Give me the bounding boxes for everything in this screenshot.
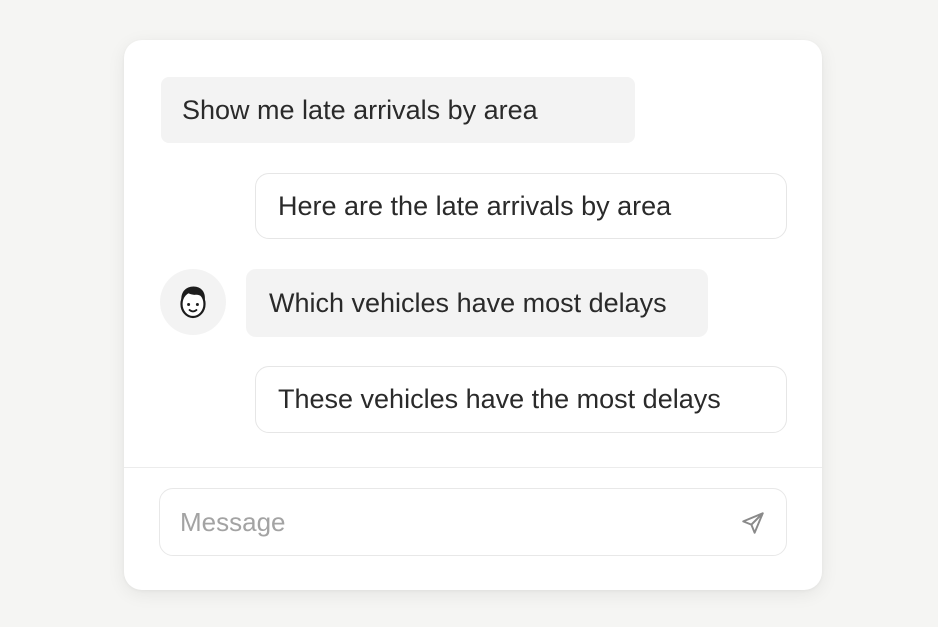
user-face-icon — [180, 286, 206, 319]
message-text: Here are the late arrivals by area — [278, 190, 672, 221]
send-icon — [742, 512, 764, 534]
user-message-bubble: Show me late arrivals by area — [161, 77, 635, 143]
chat-panel: Show me late arrivals by area Here are t… — [124, 40, 822, 590]
assistant-message-bubble: Here are the late arrivals by area — [255, 173, 787, 239]
message-text: Which vehicles have most delays — [269, 287, 667, 318]
message-text: Show me late arrivals by area — [182, 94, 538, 125]
send-button[interactable] — [738, 508, 768, 538]
avatar — [160, 269, 226, 335]
message-text: These vehicles have the most delays — [278, 384, 721, 414]
composer-divider — [124, 467, 822, 468]
user-message-bubble: Which vehicles have most delays — [246, 269, 708, 337]
assistant-message-bubble: These vehicles have the most delays — [255, 366, 787, 433]
message-composer — [159, 488, 787, 556]
message-input[interactable] — [160, 489, 720, 555]
